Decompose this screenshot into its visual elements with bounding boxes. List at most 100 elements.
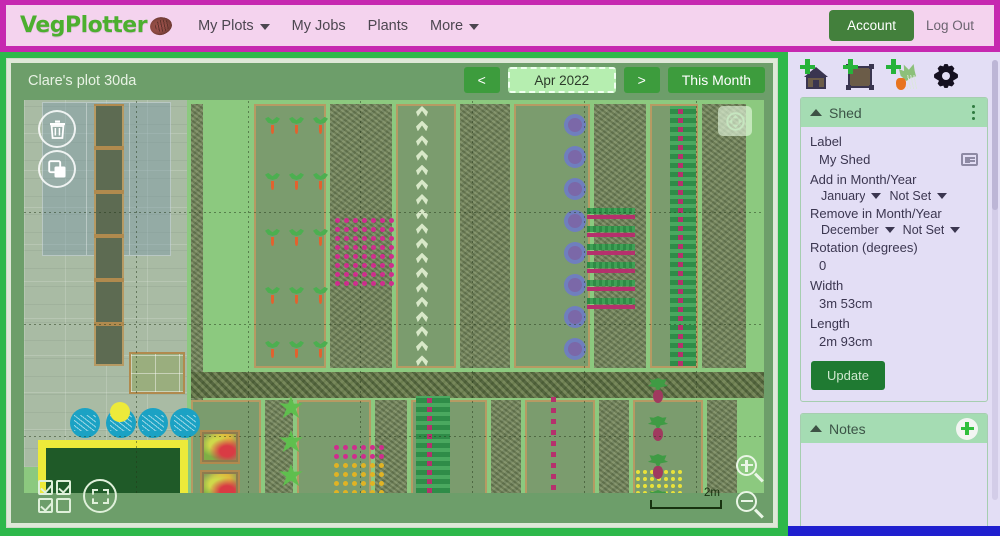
plot-canvas[interactable] — [24, 100, 764, 493]
cold-frame[interactable] — [129, 352, 185, 394]
hedge-row — [191, 372, 764, 398]
plant-marker[interactable] — [289, 286, 304, 304]
bed-peas[interactable] — [514, 104, 590, 368]
nav-label: More — [430, 18, 463, 34]
kebab-menu-icon[interactable] — [969, 102, 979, 124]
copy-icon — [48, 160, 67, 179]
selection-marker[interactable] — [110, 402, 130, 422]
duplicate-button[interactable] — [38, 150, 76, 188]
move-handle-icon[interactable] — [718, 106, 752, 136]
chevron-up-icon[interactable] — [810, 425, 822, 432]
rotation-field[interactable]: 0 — [810, 256, 978, 276]
add-structure-icon[interactable] — [802, 61, 832, 91]
label-field[interactable]: My Shed — [810, 150, 978, 170]
plant-marker[interactable] — [564, 114, 586, 136]
account-button[interactable]: Account — [829, 10, 914, 41]
scrollbar-thumb[interactable] — [992, 60, 998, 210]
plot-frame: Clare's plot 30da < Apr 2022 > This Mont… — [6, 58, 778, 528]
sidebar-scrollbar[interactable] — [992, 60, 998, 500]
logout-link[interactable]: Log Out — [926, 18, 980, 33]
width-field[interactable]: 3m 53cm — [810, 294, 978, 314]
plant-marker[interactable] — [313, 286, 328, 304]
right-sidebar: Shed Label My Shed Add in Month/Year Jan… — [788, 52, 1000, 526]
plant-marker[interactable] — [313, 340, 328, 358]
brand-logo[interactable]: VegPlotter — [20, 13, 172, 38]
notes-panel: Notes — [800, 413, 988, 526]
plant-marker[interactable] — [289, 116, 304, 134]
add-month-select[interactable]: January — [819, 188, 883, 204]
plant-marker[interactable] — [265, 286, 280, 304]
chevron-up-icon[interactable] — [810, 109, 822, 116]
plant-marker[interactable] — [564, 274, 586, 296]
id-card-icon[interactable] — [961, 153, 978, 166]
plot-canvas-wrap[interactable] — [24, 100, 764, 493]
add-plant-icon[interactable] — [888, 61, 918, 91]
shed-panel: Shed Label My Shed Add in Month/Year Jan… — [800, 97, 988, 402]
settings-gear-icon[interactable] — [931, 61, 961, 91]
zoom-controls — [736, 481, 764, 519]
water-butt[interactable] — [170, 408, 200, 438]
next-month-button[interactable]: > — [624, 67, 660, 93]
add-bed-icon[interactable] — [845, 61, 875, 91]
plus-circle-icon[interactable] — [956, 418, 978, 440]
plant-marker[interactable] — [564, 178, 586, 200]
label-value: My Shed — [819, 152, 961, 167]
plant-marker[interactable] — [564, 338, 586, 360]
remove-month-select[interactable]: December — [819, 222, 897, 238]
plant-marker[interactable] — [564, 210, 586, 232]
plant-marker[interactable] — [289, 228, 304, 246]
nav-item-my-jobs[interactable]: My Jobs — [292, 18, 346, 34]
planting-dot-grid[interactable] — [335, 218, 387, 286]
notes-panel-header[interactable]: Notes — [801, 414, 987, 443]
remove-year-select[interactable]: Not Set — [901, 222, 963, 238]
shed-panel-header[interactable]: Shed — [801, 98, 987, 127]
marquee-select-icon[interactable] — [83, 479, 117, 513]
water-butt[interactable] — [70, 408, 100, 438]
plant-marker[interactable] — [313, 172, 328, 190]
plant-marker[interactable] — [289, 340, 304, 358]
plant-marker[interactable] — [289, 172, 304, 190]
select-all-checkboxes-icon[interactable] — [38, 480, 71, 513]
remove-year-value: Not Set — [903, 223, 945, 237]
planting-chevron-column[interactable] — [416, 106, 428, 366]
planting-twin-column[interactable] — [670, 106, 696, 366]
planting-row-block[interactable] — [587, 208, 635, 320]
nav-item-plants[interactable]: Plants — [368, 18, 408, 34]
water-butt[interactable] — [138, 408, 168, 438]
add-year-select[interactable]: Not Set — [887, 188, 949, 204]
length-field[interactable]: 2m 93cm — [810, 332, 978, 352]
delete-button[interactable] — [38, 110, 76, 148]
plant-marker[interactable] — [564, 146, 586, 168]
plant-marker[interactable] — [265, 340, 280, 358]
length-value: 2m 93cm — [819, 334, 978, 349]
nav-item-my-plots[interactable]: My Plots — [198, 18, 270, 34]
notes-panel-title: Notes — [829, 421, 956, 437]
notes-list[interactable] — [801, 443, 987, 526]
add-month-caption: Add in Month/Year — [810, 172, 978, 187]
planter-box[interactable] — [200, 430, 240, 464]
zoom-in-icon[interactable] — [736, 455, 764, 483]
plant-marker[interactable] — [313, 116, 328, 134]
plant-marker[interactable] — [265, 116, 280, 134]
nav-label: My Plots — [198, 18, 254, 34]
zoom-out-icon[interactable] — [736, 491, 764, 519]
prev-month-button[interactable]: < — [464, 67, 500, 93]
chevron-down-icon — [937, 193, 947, 199]
plant-marker[interactable] — [313, 228, 328, 246]
nav-item-more[interactable]: More — [430, 18, 479, 34]
plant-marker[interactable] — [564, 242, 586, 264]
chevron-down-icon — [260, 24, 270, 30]
plot-panel: Clare's plot 30da < Apr 2022 > This Mont… — [11, 63, 773, 523]
chevron-down-icon — [885, 227, 895, 233]
plant-marker[interactable] — [646, 416, 670, 442]
plant-marker[interactable] — [265, 228, 280, 246]
plant-marker[interactable] — [564, 306, 586, 328]
plant-marker[interactable] — [265, 172, 280, 190]
this-month-button[interactable]: This Month — [668, 67, 765, 93]
scale-bar — [650, 500, 722, 509]
update-button[interactable]: Update — [811, 361, 885, 390]
plant-marker[interactable] — [646, 378, 670, 404]
bug-icon — [148, 14, 173, 36]
shed-panel-body: Label My Shed Add in Month/Year January … — [801, 127, 987, 401]
month-selector[interactable]: Apr 2022 — [508, 67, 616, 93]
